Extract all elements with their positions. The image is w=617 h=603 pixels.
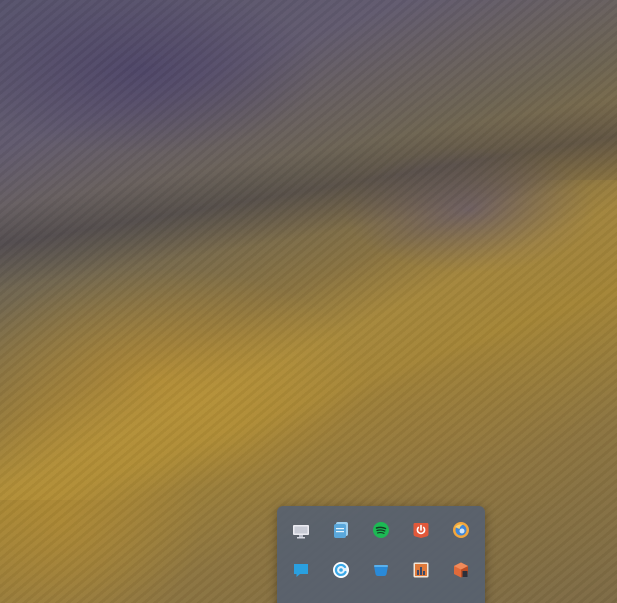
sync-icon[interactable] (331, 560, 351, 580)
app-store-icon[interactable] (371, 560, 391, 580)
desktop (0, 0, 617, 603)
monitor-app-icon[interactable] (411, 560, 431, 580)
package-icon[interactable] (451, 560, 471, 580)
browser-icon[interactable] (451, 520, 471, 540)
chat-icon[interactable] (291, 560, 311, 580)
power-icon[interactable] (411, 520, 431, 540)
display-settings-icon[interactable] (291, 522, 311, 542)
app-drawer (277, 506, 485, 603)
files-icon[interactable] (331, 520, 351, 540)
spotify-icon[interactable] (371, 520, 391, 540)
wallpaper-ridge (0, 180, 617, 500)
wallpaper-ridge (0, 60, 617, 320)
